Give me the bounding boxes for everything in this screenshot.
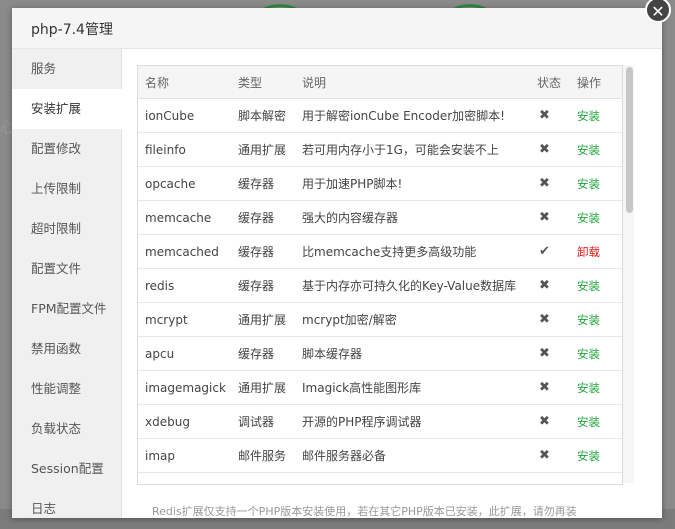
dialog-header: php-7.4管理 [12, 8, 662, 49]
table-row: apcu 缓存器 脚本缓存器 ✖ 安装 [138, 336, 622, 371]
install-link[interactable]: 安装 [577, 313, 600, 327]
sidebar: 服务 安装扩展 配置修改 上传限制 超时限制 配置文件 FPM配置文件 禁用函数… [12, 49, 122, 518]
not-installed-icon: ✖ [539, 176, 550, 191]
ext-type: 缓存器 [231, 166, 295, 201]
install-link[interactable]: 安装 [577, 449, 600, 463]
ext-description: 基于内存亦可持久化的Key-Value数据库 [295, 268, 530, 303]
sidebar-item-config-modify[interactable]: 配置修改 [12, 129, 121, 169]
ext-type: 缓存器 [231, 200, 295, 235]
install-link[interactable]: 安装 [577, 143, 600, 157]
ext-name: mcrypt [138, 302, 231, 337]
extensions-table-container: 名称 类型 说明 状态 操作 ionCube 脚本解密 用于解密ionCube … [137, 65, 623, 485]
install-link[interactable]: 安装 [577, 211, 600, 225]
header-status: 状态 [530, 66, 570, 99]
install-link[interactable]: 安装 [577, 177, 600, 191]
ext-type: 缓存器 [231, 234, 295, 269]
php-manage-dialog: php-7.4管理 服务 安装扩展 配置修改 上传限制 超时限制 配置文件 FP… [12, 8, 662, 518]
sidebar-item-logs[interactable]: 日志 [12, 489, 121, 529]
table-row: redis 缓存器 基于内存亦可持久化的Key-Value数据库 ✖ 安装 [138, 268, 622, 303]
table-row: imap 邮件服务 邮件服务器必备 ✖ 安装 [138, 438, 622, 473]
install-link[interactable]: 安装 [577, 415, 600, 429]
ext-description: 强大的内容缓存器 [295, 200, 530, 235]
ext-type: 缓存器 [231, 336, 295, 371]
sidebar-item-upload-limit[interactable]: 上传限制 [12, 169, 121, 209]
table-row: memcache 缓存器 强大的内容缓存器 ✖ 安装 [138, 200, 622, 235]
not-installed-icon: ✖ [539, 142, 550, 157]
table-header-row: 名称 类型 说明 状态 操作 [138, 66, 622, 99]
table-row: imagemagick 通用扩展 Imagick高性能图形库 ✖ 安装 [138, 370, 622, 405]
not-installed-icon: ✖ [539, 312, 550, 327]
install-link[interactable]: 安装 [577, 279, 600, 293]
ext-type: 通用扩展 [231, 302, 295, 337]
table-row: fileinfo 通用扩展 若可用内存小于1G，可能会安装不上 ✖ 安装 [138, 132, 622, 167]
sidebar-item-disabled-functions[interactable]: 禁用函数 [12, 329, 121, 369]
ext-description: 若可用内存小于1G，可能会安装不上 [295, 132, 530, 167]
ext-name: apcu [138, 336, 231, 371]
extensions-table: 名称 类型 说明 状态 操作 ionCube 脚本解密 用于解密ionCube … [138, 66, 622, 473]
table-row: opcache 缓存器 用于加速PHP脚本! ✖ 安装 [138, 166, 622, 201]
sidebar-item-config-file[interactable]: 配置文件 [12, 249, 121, 289]
installed-check-icon: ✔ [539, 244, 550, 259]
install-link[interactable]: 安装 [577, 347, 600, 361]
ext-description: 开源的PHP程序调试器 [295, 404, 530, 439]
header-description: 说明 [295, 66, 530, 99]
ext-description: 邮件服务器必备 [295, 438, 530, 473]
ext-type: 缓存器 [231, 268, 295, 303]
not-installed-icon: ✖ [539, 210, 550, 225]
ext-description: 脚本缓存器 [295, 336, 530, 371]
ext-name: xdebug [138, 404, 231, 439]
sidebar-item-timeout-limit[interactable]: 超时限制 [12, 209, 121, 249]
ext-description: mcrypt加密/解密 [295, 302, 530, 337]
table-scrollbar-thumb[interactable] [626, 67, 633, 213]
sidebar-item-service[interactable]: 服务 [12, 49, 121, 89]
dialog-title: php-7.4管理 [31, 22, 113, 38]
ext-name: fileinfo [138, 132, 231, 167]
ext-name: imagemagick [138, 370, 231, 405]
table-row: memcached 缓存器 比memcache支持更多高级功能 ✔ 卸载 [138, 234, 622, 269]
ext-type: 邮件服务 [231, 438, 295, 473]
sidebar-item-performance[interactable]: 性能调整 [12, 369, 121, 409]
sidebar-item-install-extension[interactable]: 安装扩展 [12, 89, 122, 129]
not-installed-icon: ✖ [539, 278, 550, 293]
ext-name: redis [138, 268, 231, 303]
table-row: xdebug 调试器 开源的PHP程序调试器 ✖ 安装 [138, 404, 622, 439]
ext-name: opcache [138, 166, 231, 201]
header-name: 名称 [138, 66, 231, 99]
table-row: ionCube 脚本解密 用于解密ionCube Encoder加密脚本! ✖ … [138, 98, 622, 133]
install-link[interactable]: 安装 [577, 109, 600, 123]
ext-description: 用于加速PHP脚本! [295, 166, 530, 201]
header-type: 类型 [231, 66, 295, 99]
header-action: 操作 [570, 66, 622, 99]
install-link[interactable]: 安装 [577, 381, 600, 395]
not-installed-icon: ✖ [539, 380, 550, 395]
ext-type: 调试器 [231, 404, 295, 439]
not-installed-icon: ✖ [539, 346, 550, 361]
sidebar-item-fpm-config[interactable]: FPM配置文件 [12, 289, 121, 329]
ext-name: ionCube [138, 98, 231, 133]
table-row: mcrypt 通用扩展 mcrypt加密/解密 ✖ 安装 [138, 302, 622, 337]
uninstall-link[interactable]: 卸载 [577, 245, 600, 259]
ext-name: memcached [138, 234, 231, 269]
ext-type: 脚本解密 [231, 98, 295, 133]
ext-description: 比memcache支持更多高级功能 [295, 234, 530, 269]
ext-type: 通用扩展 [231, 370, 295, 405]
redis-install-note: Redis扩展仅支持一个PHP版本安装使用，若在其它PHP版本已安装，此扩展，请… [152, 505, 577, 518]
not-installed-icon: ✖ [539, 448, 550, 463]
sidebar-item-load-status[interactable]: 负载状态 [12, 409, 121, 449]
not-installed-icon: ✖ [539, 414, 550, 429]
sidebar-item-session-config[interactable]: Session配置 [12, 449, 121, 489]
ext-description: 用于解密ionCube Encoder加密脚本! [295, 98, 530, 133]
ext-name: memcache [138, 200, 231, 235]
not-installed-icon: ✖ [539, 108, 550, 123]
ext-name: imap [138, 438, 231, 473]
ext-type: 通用扩展 [231, 132, 295, 167]
ext-description: Imagick高性能图形库 [295, 370, 530, 405]
